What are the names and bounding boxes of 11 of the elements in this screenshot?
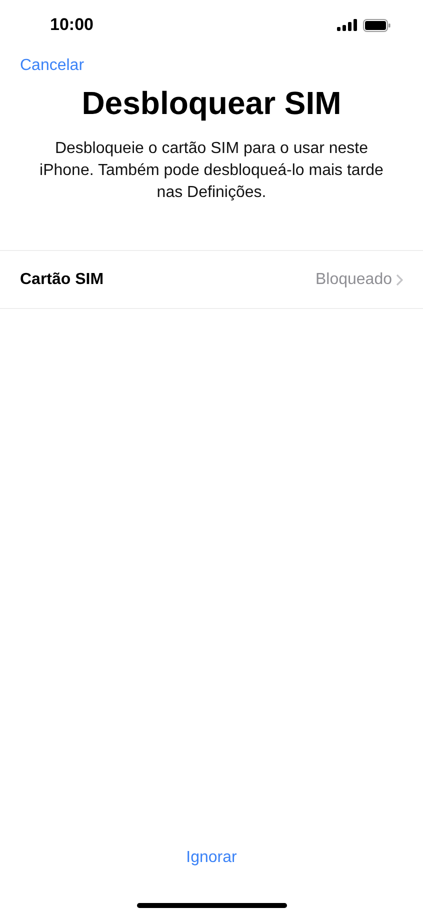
description-text: Desbloqueie o cartão SIM para o usar neste iPhone. Também pode desbloqueá-lo mais tarde nas Definições.: [38, 139, 384, 203]
page-title: Desbloquear SIM: [80, 85, 342, 122]
signal-icon: [337, 19, 357, 31]
chevron-icon: [396, 274, 403, 286]
status-time: 10:00: [50, 15, 94, 35]
list-row[interactable]: Cartão SIM Bloqueado: [0, 251, 423, 309]
row-value: Bloqueado: [315, 270, 392, 288]
cancel-button[interactable]: Cancelar: [20, 57, 84, 75]
battery-icon: [363, 18, 391, 32]
row-label: Cartão SIM: [20, 270, 104, 288]
skip-button[interactable]: Ignorar: [186, 849, 237, 867]
